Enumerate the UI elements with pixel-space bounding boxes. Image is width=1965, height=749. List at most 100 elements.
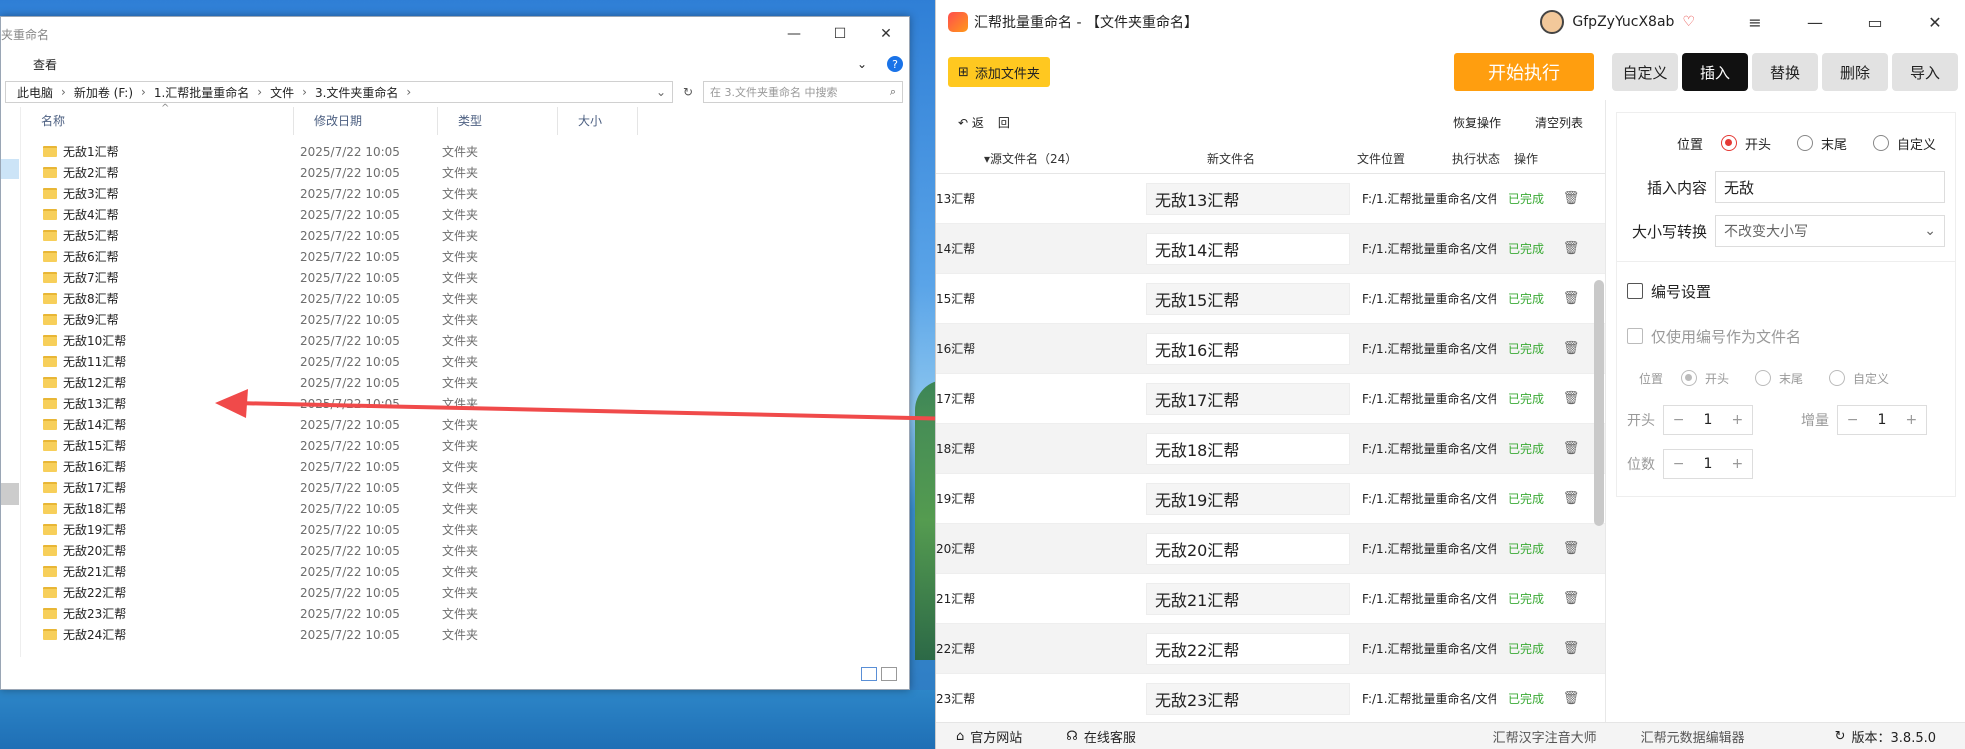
num-radio-start[interactable] [1681,370,1697,386]
plus-icon[interactable]: + [1723,456,1752,472]
numbering-checkbox[interactable] [1627,283,1643,299]
tab-import[interactable]: 导入 [1892,53,1958,91]
service-link[interactable]: ☊ 在线客服 [1066,727,1136,746]
trash-icon[interactable]: 🗑 [1556,641,1586,656]
list-item[interactable]: 无敌13汇帮 2025/7/22 10:05 文件夹 [21,393,909,414]
new-name-input[interactable]: 无敌16汇帮 [1146,332,1350,365]
close-icon[interactable]: ✕ [1905,0,1965,44]
list-item[interactable]: 无敌7汇帮 2025/7/22 10:05 文件夹 [21,267,909,288]
list-item[interactable]: 无敌1汇帮 2025/7/22 10:05 文件夹 [21,141,909,162]
list-item[interactable]: 无敌6汇帮 2025/7/22 10:05 文件夹 [21,246,909,267]
new-name-input[interactable]: 无敌13汇帮 [1146,182,1350,215]
list-item[interactable]: 无敌24汇帮 2025/7/22 10:05 文件夹 [21,624,909,645]
new-name-input[interactable]: 无敌17汇帮 [1146,382,1350,415]
num-radio-custom[interactable] [1829,370,1846,386]
tab-insert[interactable]: 插入 [1682,53,1748,91]
list-item[interactable]: 无敌15汇帮 2025/7/22 10:05 文件夹 [21,435,909,456]
list-item[interactable]: 无敌5汇帮 2025/7/22 10:05 文件夹 [21,225,909,246]
close-icon[interactable]: ✕ [863,17,909,51]
clear-list-button[interactable]: 清空列表 [1535,114,1583,131]
column-type[interactable]: 类型 [438,107,558,135]
thumbnail-view-icon[interactable] [881,667,897,681]
app-link-2[interactable]: 汇帮元数据编辑器 [1641,727,1745,746]
trash-icon[interactable]: 🗑 [1556,341,1586,356]
refresh-icon[interactable]: ↻ [679,85,697,99]
trash-icon[interactable]: 🗑 [1556,591,1586,606]
list-item[interactable]: 无敌3汇帮 2025/7/22 10:05 文件夹 [21,183,909,204]
new-name-input[interactable]: 无敌18汇帮 [1146,432,1350,465]
num-radio-end[interactable] [1755,370,1772,386]
table-scrollbar[interactable] [1594,280,1604,526]
details-view-icon[interactable] [861,667,877,681]
trash-icon[interactable]: 🗑 [1556,241,1586,256]
new-name-input[interactable]: 无敌21汇帮 [1146,582,1350,615]
list-item[interactable]: 无敌9汇帮 2025/7/22 10:05 文件夹 [21,309,909,330]
tab-delete[interactable]: 删除 [1822,53,1888,91]
list-item[interactable]: 无敌22汇帮 2025/7/22 10:05 文件夹 [21,582,909,603]
column-name[interactable]: 名称 [21,107,294,135]
list-item[interactable]: 无敌23汇帮 2025/7/22 10:05 文件夹 [21,603,909,624]
minus-icon[interactable]: − [1664,412,1693,428]
minus-icon[interactable]: − [1664,456,1693,472]
version-info[interactable]: ↻ 版本：3.8.5.0 [1835,727,1936,746]
list-item[interactable]: 无敌10汇帮 2025/7/22 10:05 文件夹 [21,330,909,351]
breadcrumb-item[interactable]: 新加卷 (F:) [69,84,138,101]
list-item[interactable]: 无敌20汇帮 2025/7/22 10:05 文件夹 [21,540,909,561]
plus-icon[interactable]: + [1897,412,1926,428]
minus-icon[interactable]: − [1838,412,1867,428]
trash-icon[interactable]: 🗑 [1556,391,1586,406]
search-input[interactable]: 在 3.文件夹重命名 中搜索 ⌕ [703,81,903,103]
chevron-down-icon[interactable]: ⌄ [857,57,867,71]
list-item[interactable]: 无敌21汇帮 2025/7/22 10:05 文件夹 [21,561,909,582]
list-item[interactable]: 无敌2汇帮 2025/7/22 10:05 文件夹 [21,162,909,183]
trash-icon[interactable]: 🗑 [1556,441,1586,456]
list-item[interactable]: 无敌19汇帮 2025/7/22 10:05 文件夹 [21,519,909,540]
new-name-input[interactable]: 无敌14汇帮 [1146,232,1350,265]
list-item[interactable]: 无敌11汇帮 2025/7/22 10:05 文件夹 [21,351,909,372]
list-item[interactable]: 无敌16汇帮 2025/7/22 10:05 文件夹 [21,456,909,477]
add-folder-button[interactable]: ⊞ 添加文件夹 [948,57,1050,87]
radio-start[interactable] [1721,135,1738,151]
navigation-pane[interactable] [1,107,21,657]
new-name-input[interactable]: 无敌20汇帮 [1146,532,1350,565]
user-info[interactable]: GfpZyYucX8ab ♡ [1540,10,1695,34]
tab-replace[interactable]: 替换 [1752,53,1818,91]
avatar[interactable] [1540,10,1565,34]
breadcrumb-item[interactable]: 此电脑 [12,84,58,101]
back-button-2[interactable]: 回 [998,114,1010,131]
maximize-icon[interactable]: ▭ [1845,0,1905,44]
help-icon[interactable]: ? [887,56,903,72]
insert-input[interactable]: 无敌 [1715,171,1945,203]
header-source[interactable]: ▾源文件名（24） [936,150,1146,167]
app-link-1[interactable]: 汇帮汉字注音大师 [1493,727,1597,746]
list-item[interactable]: 无敌18汇帮 2025/7/22 10:05 文件夹 [21,498,909,519]
menu-view[interactable]: 查看 [33,56,57,73]
column-date[interactable]: 修改日期 [294,107,438,135]
address-dropdown-icon[interactable]: ⌄ [656,85,666,99]
breadcrumb-item[interactable]: 3.文件夹重命名 [310,84,403,101]
list-item[interactable]: 无敌17汇帮 2025/7/22 10:05 文件夹 [21,477,909,498]
breadcrumb-item[interactable]: 1.汇帮批量重命名 [149,84,254,101]
restore-button[interactable]: 恢复操作 [1453,114,1501,131]
radio-custom[interactable] [1873,135,1890,151]
tab-custom[interactable]: 自定义 [1612,53,1678,91]
trash-icon[interactable]: 🗑 [1556,691,1586,706]
address-box[interactable]: 此电脑 › 新加卷 (F:) › 1.汇帮批量重命名 › 文件 › 3.文件夹重命名 › … [5,81,673,103]
trash-icon[interactable]: 🗑 [1556,291,1586,306]
new-name-input[interactable]: 无敌23汇帮 [1146,682,1350,715]
digits-stepper[interactable]: −1 + [1663,449,1753,479]
minimize-icon[interactable]: — [771,17,817,51]
trash-icon[interactable]: 🗑 [1556,191,1586,206]
maximize-icon[interactable]: ☐ [817,17,863,51]
menu-icon[interactable]: ≡ [1725,0,1785,44]
new-name-input[interactable]: 无敌22汇帮 [1146,632,1350,665]
new-name-input[interactable]: 无敌15汇帮 [1146,282,1350,315]
list-item[interactable]: 无敌4汇帮 2025/7/22 10:05 文件夹 [21,204,909,225]
start-button[interactable]: 开始执行 [1454,53,1594,91]
list-item[interactable]: 无敌12汇帮 2025/7/22 10:05 文件夹 [21,372,909,393]
new-name-input[interactable]: 无敌19汇帮 [1146,482,1350,515]
website-link[interactable]: ⌂ 官方网站 [956,727,1022,746]
minimize-icon[interactable]: — [1785,0,1845,44]
step-stepper[interactable]: −1 + [1837,405,1927,435]
start-stepper[interactable]: −1 + [1663,405,1753,435]
